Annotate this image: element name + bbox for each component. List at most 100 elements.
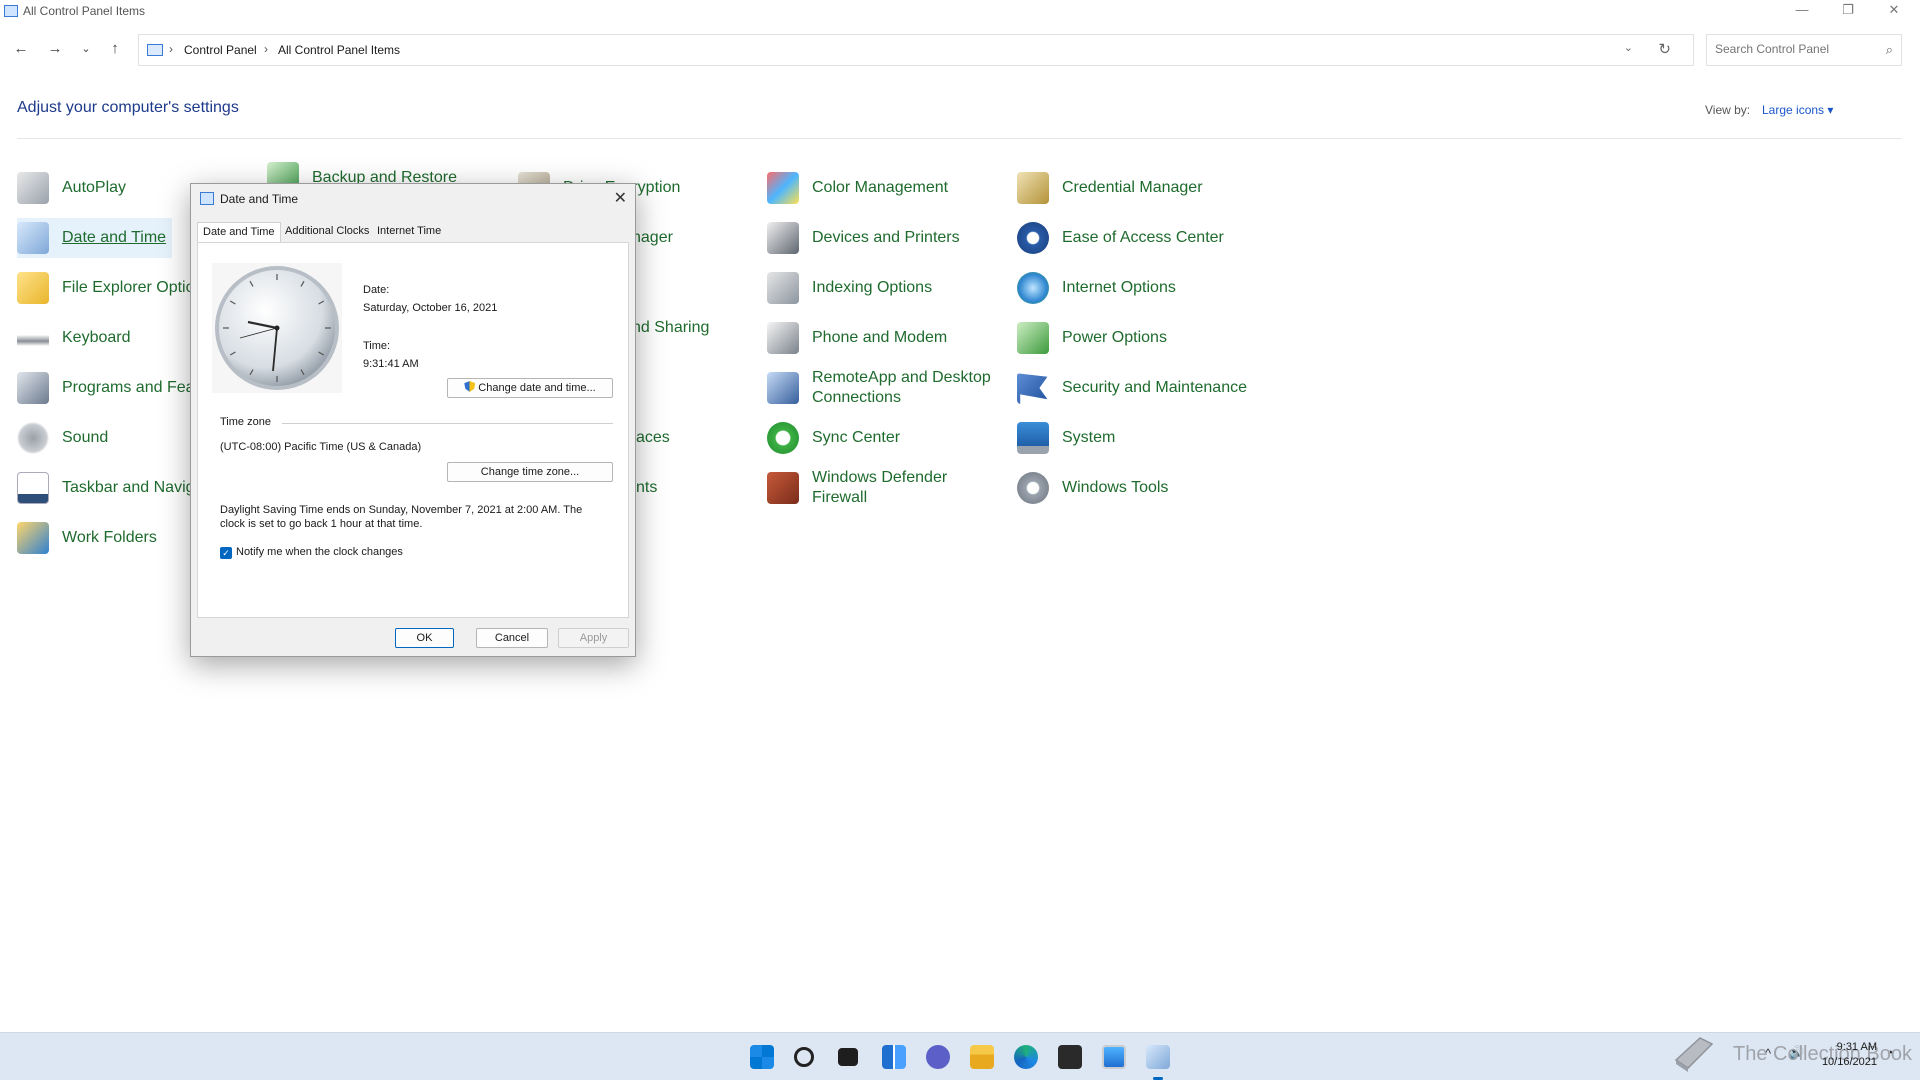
refresh-icon[interactable]: ↻ [1658, 40, 1671, 58]
cp-item-sound[interactable]: Sound [17, 418, 108, 458]
search-icon[interactable]: ⌕ [1886, 42, 1893, 58]
cp-item-work-folders[interactable]: Work Folders [17, 518, 157, 558]
tab-date-and-time[interactable]: Date and Time [197, 222, 281, 243]
start-windows-icon[interactable] [750, 1045, 774, 1069]
breadcrumb-control-panel[interactable]: Control Panel [184, 43, 257, 57]
cp-item-label: RemoteApp and Desktop [812, 369, 991, 386]
edge-browser-icon[interactable] [1014, 1045, 1038, 1069]
maximize-button[interactable]: ❐ [1828, 0, 1868, 22]
search-icon[interactable] [794, 1047, 814, 1067]
cp-item-keyboard[interactable]: Keyboard [17, 318, 131, 358]
monitor-icon [1017, 422, 1049, 454]
battery-icon [1017, 322, 1049, 354]
address-bar[interactable]: › Control Panel › All Control Panel Item… [138, 34, 1694, 66]
breadcrumb-all-items[interactable]: All Control Panel Items [278, 43, 400, 57]
cp-item-label: Firewall [812, 489, 868, 506]
close-icon[interactable]: ✕ [614, 188, 627, 208]
header-divider [17, 138, 1902, 139]
timezone-divider [282, 423, 613, 424]
forward-arrow-icon[interactable]: → [43, 40, 67, 57]
minimize-button[interactable]: — [1782, 0, 1822, 22]
cp-item-device-manager[interactable]: nager [632, 218, 673, 258]
speaker-icon [17, 422, 49, 454]
date-time-taskbar-icon[interactable] [1146, 1045, 1170, 1069]
tab-internet-time[interactable]: Internet Time [372, 222, 446, 243]
change-time-zone-button[interactable]: Change time zone... [447, 462, 613, 482]
control-panel-taskbar-icon[interactable] [1102, 1045, 1126, 1069]
programs-icon [17, 372, 49, 404]
cp-item-label: Color Management [812, 179, 949, 196]
control-panel-icon [4, 5, 18, 17]
cp-item-security-and-maintenance[interactable]: Security and Maintenance [1017, 368, 1247, 408]
search-box[interactable]: ⌕ [1706, 34, 1902, 66]
window-title-bar: All Control Panel Items — ❐ ✕ [0, 0, 1920, 24]
back-arrow-icon[interactable]: ← [9, 40, 33, 57]
cp-item-label: Phone and Modem [812, 329, 948, 346]
cp-item-color-management[interactable]: Color Management [767, 168, 948, 208]
apply-button[interactable]: Apply [558, 628, 629, 648]
cp-item-user-accounts[interactable]: nts [636, 468, 657, 508]
taskbar: ^ 🔊 ◔ [0, 1032, 1920, 1080]
notify-checkbox-label[interactable]: Notify me when the clock changes [236, 546, 403, 558]
cp-item-label: System [1062, 429, 1116, 446]
cp-item-label: Connections [812, 389, 901, 406]
credential-vault-icon [1017, 172, 1049, 204]
close-window-button[interactable]: ✕ [1874, 0, 1914, 22]
autoplay-icon [17, 172, 49, 204]
cp-item-label: nts [636, 479, 658, 496]
cp-item-network-and-sharing[interactable]: nd Sharing [632, 308, 709, 348]
cp-item-power-options[interactable]: Power Options [1017, 318, 1167, 358]
widgets-icon[interactable] [882, 1045, 906, 1069]
tab-additional-clocks[interactable]: Additional Clocks [280, 222, 374, 243]
time-value: 9:31:41 AM [363, 358, 419, 370]
cp-item-label: aces [636, 429, 670, 446]
task-view-icon[interactable] [838, 1048, 858, 1066]
change-date-time-button[interactable]: Change date and time... [447, 378, 613, 398]
cp-item-label: Keyboard [62, 329, 131, 346]
chat-icon[interactable] [926, 1045, 950, 1069]
cp-item-phone-and-modem[interactable]: Phone and Modem [767, 318, 947, 358]
cp-item-taskbar-and-navigation[interactable]: Taskbar and Navig [17, 468, 195, 508]
recent-locations-icon[interactable]: ⌄ [74, 42, 98, 55]
cp-item-internet-options[interactable]: Internet Options [1017, 268, 1176, 308]
cancel-button[interactable]: Cancel [476, 628, 548, 648]
view-by-dropdown[interactable]: Large icons ▾ [1762, 103, 1833, 117]
view-by-label: View by: [1705, 103, 1751, 117]
cp-item-label: Power Options [1062, 329, 1167, 346]
store-icon[interactable] [1058, 1045, 1082, 1069]
cp-item-windows-tools[interactable]: Windows Tools [1017, 468, 1168, 508]
ok-button[interactable]: OK [395, 628, 454, 648]
cp-item-label: nd Sharing [632, 319, 710, 336]
cp-item-sync-center[interactable]: Sync Center [767, 418, 900, 458]
clock-date[interactable]: 10/16/2021 [1818, 1056, 1877, 1068]
calendar-clock-icon [17, 222, 49, 254]
up-arrow-icon[interactable]: ↑ [103, 40, 127, 57]
cp-item-remoteapp[interactable]: RemoteApp and Desktop Connections [767, 366, 991, 410]
search-input[interactable] [1715, 42, 1875, 56]
cp-item-windows-defender-firewall[interactable]: Windows Defender Firewall [767, 466, 947, 510]
flag-icon [1017, 373, 1048, 404]
cp-item-system[interactable]: System [1017, 418, 1115, 458]
cp-item-label: Indexing Options [812, 279, 933, 296]
address-dropdown-icon[interactable]: ⌄ [1624, 41, 1633, 54]
gear-icon [1017, 472, 1049, 504]
cp-item-storage-spaces[interactable]: aces [636, 418, 670, 458]
cp-item-indexing-options[interactable]: Indexing Options [767, 268, 932, 308]
file-explorer-icon[interactable] [970, 1045, 994, 1069]
cp-item-devices-and-printers[interactable]: Devices and Printers [767, 218, 960, 258]
cp-item-ease-of-access[interactable]: Ease of Access Center [1017, 218, 1224, 258]
cp-item-file-explorer-options[interactable]: File Explorer Optio [17, 268, 195, 308]
cp-item-autoplay[interactable]: AutoPlay [17, 168, 126, 208]
clock-time[interactable]: 9:31 AM [1833, 1041, 1877, 1053]
date-value: Saturday, October 16, 2021 [363, 302, 498, 314]
sync-icon [767, 422, 799, 454]
cp-item-programs-and-features[interactable]: Programs and Feat [17, 368, 199, 408]
cp-item-date-and-time[interactable]: Date and Time [17, 218, 173, 258]
cp-item-label: Work Folders [62, 529, 157, 546]
firewall-icon [767, 472, 799, 504]
cp-item-label: Credential Manager [1062, 179, 1203, 196]
cp-item-credential-manager[interactable]: Credential Manager [1017, 168, 1203, 208]
ease-of-access-icon [1017, 222, 1049, 254]
notify-checkbox[interactable]: ✓ [220, 547, 232, 559]
uac-shield-icon [464, 381, 476, 392]
